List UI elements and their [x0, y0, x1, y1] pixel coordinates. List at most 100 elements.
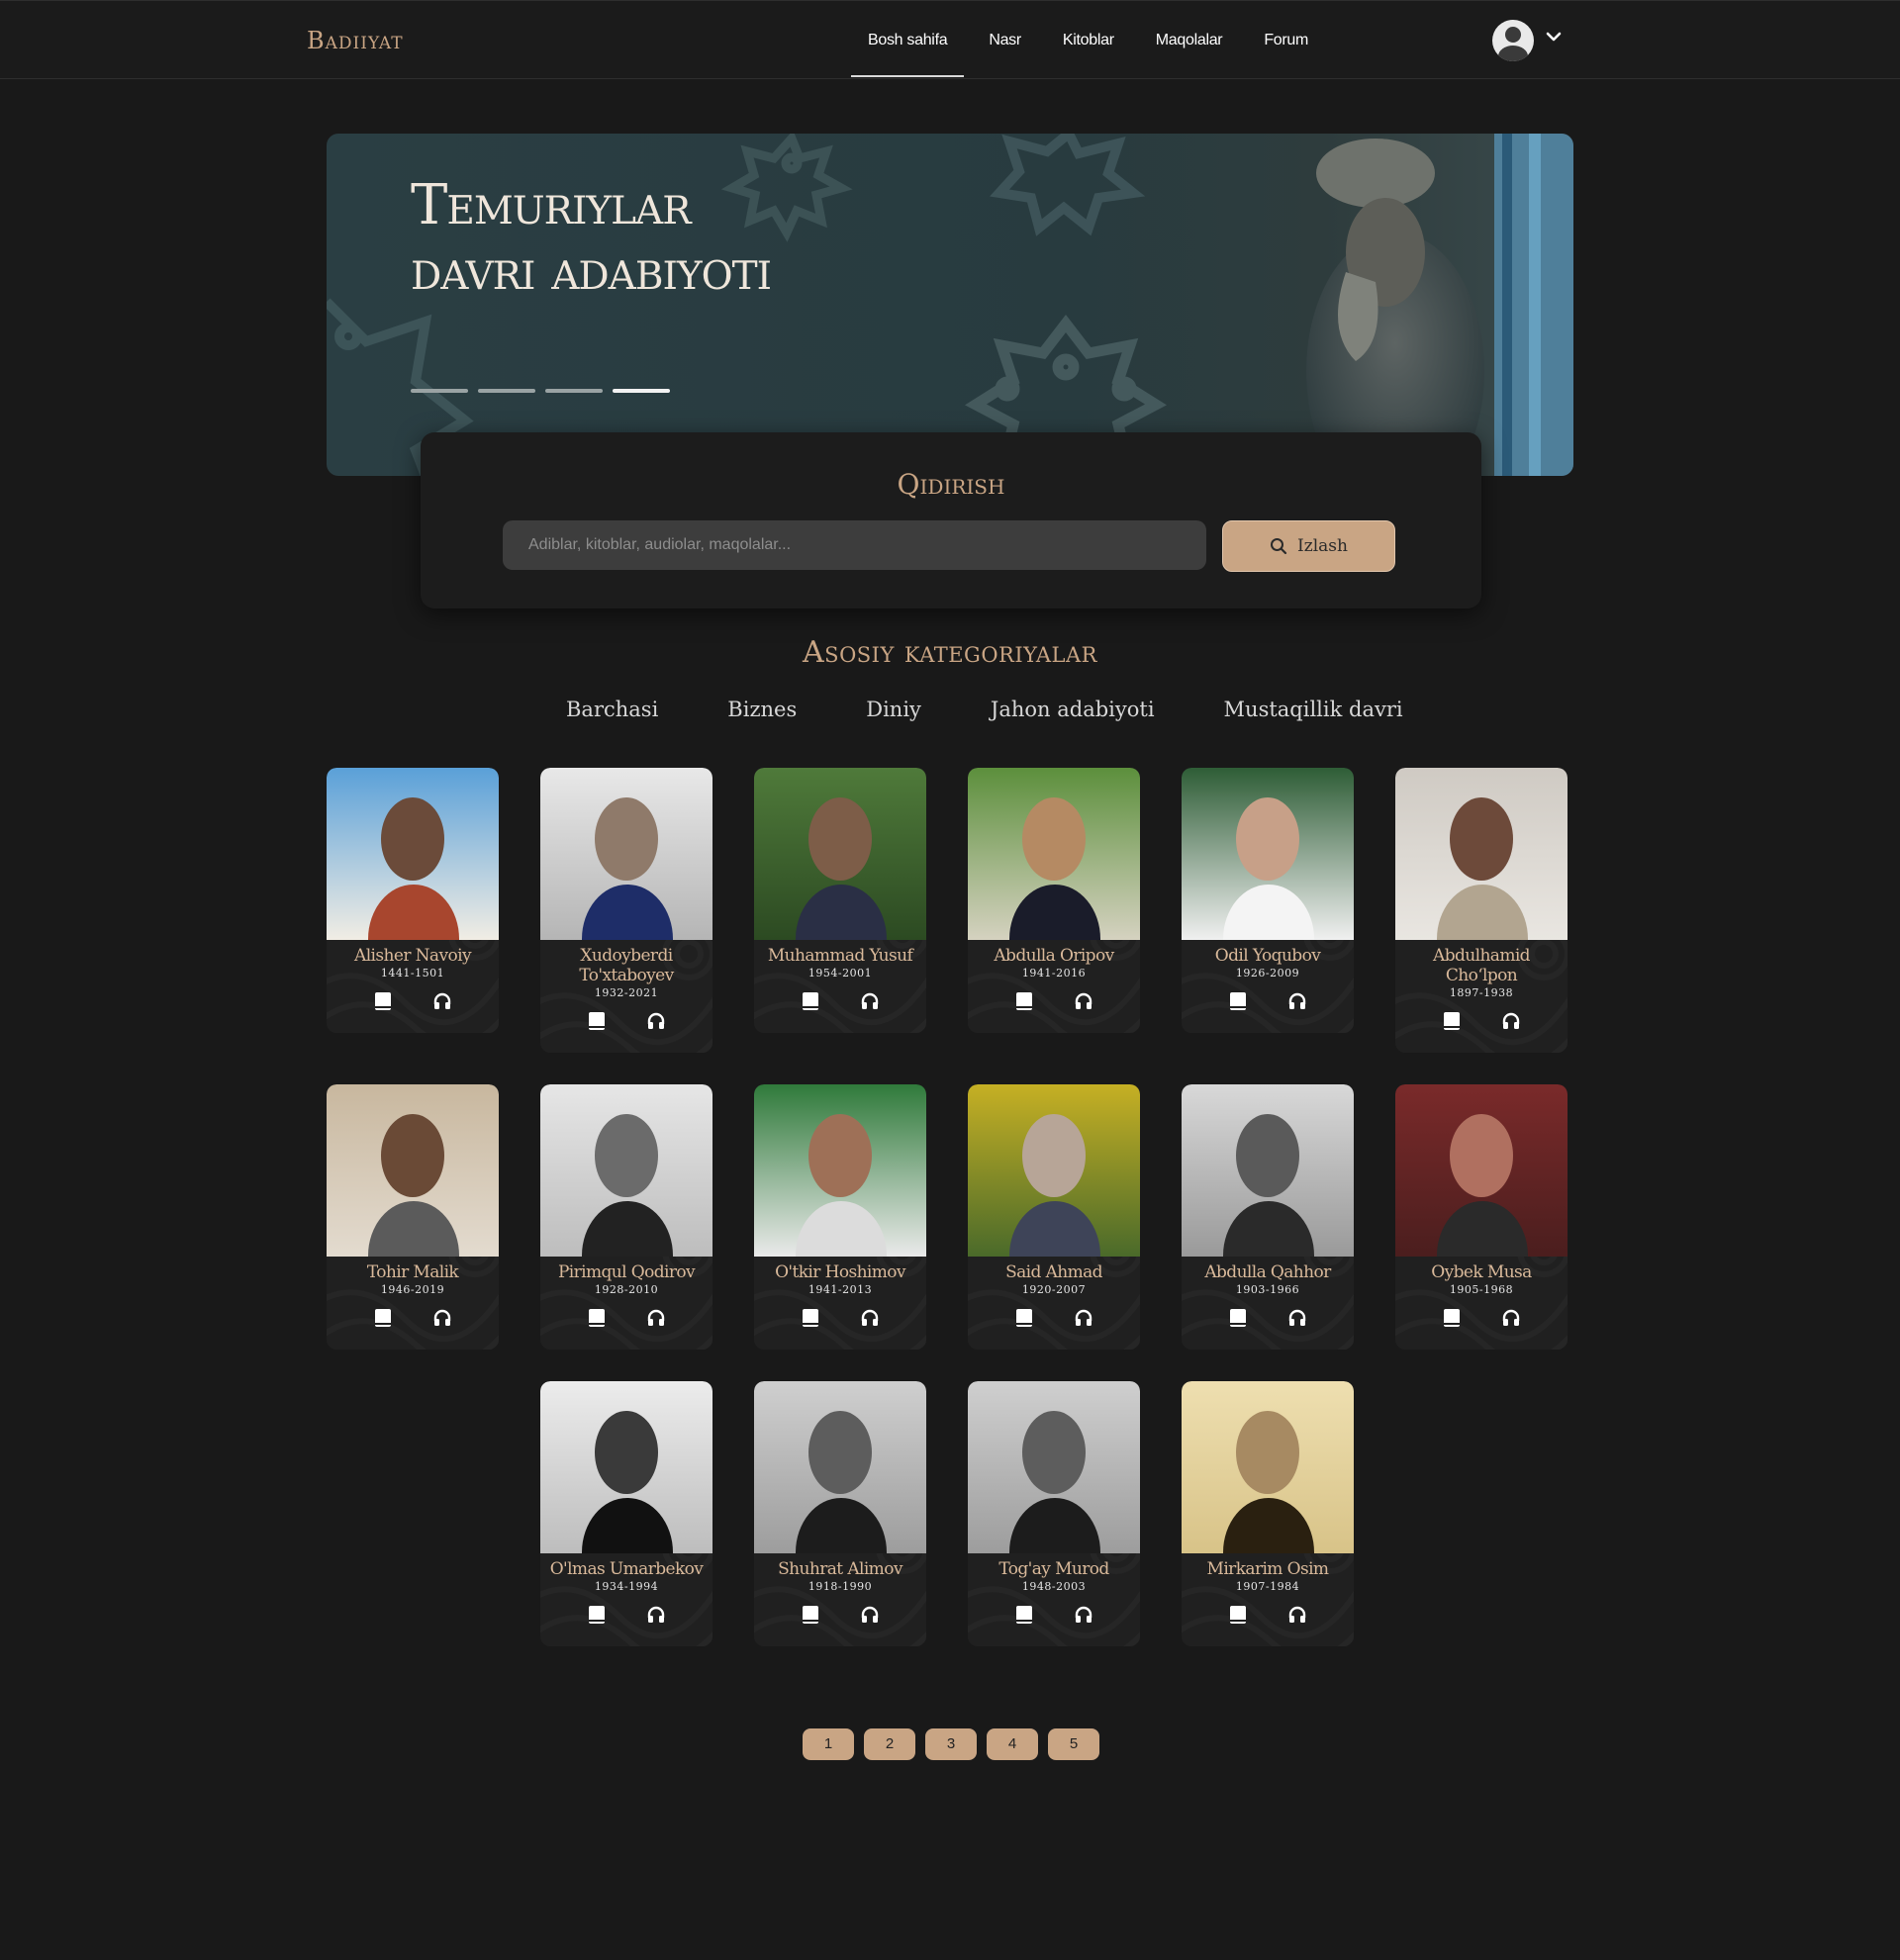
author-photo[interactable]	[327, 768, 499, 940]
book-icon[interactable]	[373, 991, 393, 1011]
slider-dot[interactable]	[545, 389, 603, 393]
category-tab-jahon-adabiyoti[interactable]: Jahon adabiyoti	[991, 698, 1155, 721]
book-icon[interactable]	[373, 1308, 393, 1328]
book-icon[interactable]	[1442, 1011, 1462, 1031]
headphones-icon[interactable]	[1501, 1011, 1521, 1031]
author-card[interactable]: Said Ahmad 1920-2007	[968, 1084, 1140, 1350]
category-tab-diniy[interactable]: Diniy	[866, 698, 921, 721]
headphones-icon[interactable]	[1287, 991, 1307, 1011]
author-name[interactable]: O'lmas Umarbekov	[540, 1553, 712, 1579]
nav-link-forum[interactable]: Forum	[1247, 1, 1325, 80]
author-name[interactable]: Mirkarim Osim	[1182, 1553, 1354, 1579]
author-photo[interactable]	[1182, 1084, 1354, 1257]
search-button[interactable]: Izlash	[1222, 520, 1395, 572]
book-icon[interactable]	[1014, 1308, 1034, 1328]
author-card[interactable]: Tohir Malik 1946-2019	[327, 1084, 499, 1350]
book-icon[interactable]	[1228, 1605, 1248, 1625]
headphones-icon[interactable]	[646, 1605, 666, 1625]
author-card[interactable]: Mirkarim Osim 1907-1984	[1182, 1381, 1354, 1646]
author-card[interactable]: Muhammad Yusuf 1954-2001	[754, 768, 926, 1033]
book-icon[interactable]	[1228, 1308, 1248, 1328]
book-icon[interactable]	[1442, 1308, 1462, 1328]
author-name[interactable]: Muhammad Yusuf	[754, 940, 926, 966]
author-card[interactable]: Tog'ay Murod 1948-2003	[968, 1381, 1140, 1646]
author-name[interactable]: Alisher Navoiy	[327, 940, 499, 966]
book-icon[interactable]	[587, 1308, 607, 1328]
author-photo[interactable]	[754, 1084, 926, 1257]
book-icon[interactable]	[801, 1605, 820, 1625]
page-button-3[interactable]: 3	[925, 1728, 977, 1760]
author-photo[interactable]	[540, 1381, 712, 1553]
site-logo[interactable]: Badiiyat	[307, 27, 404, 54]
author-photo[interactable]	[968, 1084, 1140, 1257]
category-tab-mustaqillik-davri[interactable]: Mustaqillik davri	[1224, 698, 1403, 721]
author-card[interactable]: Abdulhamid Cho‘lpon 1897-1938	[1395, 768, 1568, 1053]
author-name[interactable]: Abdulla Qahhor	[1182, 1257, 1354, 1282]
slider-dot-active[interactable]	[613, 389, 670, 393]
nav-link-maqolalar[interactable]: Maqolalar	[1139, 1, 1240, 80]
author-name[interactable]: Oybek Musa	[1395, 1257, 1568, 1282]
headphones-icon[interactable]	[432, 1308, 452, 1328]
page-button-2[interactable]: 2	[864, 1728, 915, 1760]
author-photo[interactable]	[968, 768, 1140, 940]
author-name[interactable]: O'tkir Hoshimov	[754, 1257, 926, 1282]
search-input[interactable]	[503, 520, 1206, 570]
page-button-1[interactable]: 1	[803, 1728, 854, 1760]
author-card[interactable]: Shuhrat Alimov 1918-1990	[754, 1381, 926, 1646]
book-icon[interactable]	[587, 1605, 607, 1625]
slider-dot[interactable]	[478, 389, 535, 393]
author-name[interactable]: Tohir Malik	[327, 1257, 499, 1282]
author-name[interactable]: Abdulla Oripov	[968, 940, 1140, 966]
author-name[interactable]: Xudoyberdi To'xtaboyev	[540, 940, 712, 985]
headphones-icon[interactable]	[1287, 1308, 1307, 1328]
author-photo[interactable]	[540, 1084, 712, 1257]
author-card[interactable]: O'tkir Hoshimov 1941-2013	[754, 1084, 926, 1350]
author-card[interactable]: Xudoyberdi To'xtaboyev 1932-2021	[540, 768, 712, 1053]
author-name[interactable]: Abdulhamid Cho‘lpon	[1395, 940, 1568, 985]
author-name[interactable]: Shuhrat Alimov	[754, 1553, 926, 1579]
author-photo[interactable]	[1182, 768, 1354, 940]
author-name[interactable]: Said Ahmad	[968, 1257, 1140, 1282]
book-icon[interactable]	[801, 1308, 820, 1328]
headphones-icon[interactable]	[860, 1605, 880, 1625]
avatar[interactable]	[1492, 20, 1534, 61]
page-button-5[interactable]: 5	[1048, 1728, 1099, 1760]
headphones-icon[interactable]	[1287, 1605, 1307, 1625]
author-card[interactable]: Abdulla Oripov 1941-2016	[968, 768, 1140, 1033]
author-name[interactable]: Pirimqul Qodirov	[540, 1257, 712, 1282]
nav-link-home[interactable]: Bosh sahifa	[851, 1, 965, 80]
headphones-icon[interactable]	[1074, 1308, 1093, 1328]
headphones-icon[interactable]	[646, 1011, 666, 1031]
author-photo[interactable]	[540, 768, 712, 940]
slider-dot[interactable]	[411, 389, 468, 393]
author-name[interactable]: Tog'ay Murod	[968, 1553, 1140, 1579]
category-tab-biznes[interactable]: Biznes	[727, 698, 797, 721]
category-tab-barchasi[interactable]: Barchasi	[566, 698, 658, 721]
book-icon[interactable]	[1014, 1605, 1034, 1625]
chevron-down-icon[interactable]	[1546, 31, 1562, 43]
author-card[interactable]: Oybek Musa 1905-1968	[1395, 1084, 1568, 1350]
author-photo[interactable]	[968, 1381, 1140, 1553]
book-icon[interactable]	[1014, 991, 1034, 1011]
author-card[interactable]: Alisher Navoiy 1441-1501	[327, 768, 499, 1033]
author-card[interactable]: Abdulla Qahhor 1903-1966	[1182, 1084, 1354, 1350]
headphones-icon[interactable]	[1074, 991, 1093, 1011]
author-card[interactable]: Odil Yoqubov 1926-2009	[1182, 768, 1354, 1033]
author-photo[interactable]	[1395, 1084, 1568, 1257]
author-card[interactable]: Pirimqul Qodirov 1928-2010	[540, 1084, 712, 1350]
headphones-icon[interactable]	[1074, 1605, 1093, 1625]
page-button-4[interactable]: 4	[987, 1728, 1038, 1760]
headphones-icon[interactable]	[1501, 1308, 1521, 1328]
author-photo[interactable]	[1395, 768, 1568, 940]
author-photo[interactable]	[754, 1381, 926, 1553]
nav-link-nasr[interactable]: Nasr	[972, 1, 1038, 80]
author-card[interactable]: O'lmas Umarbekov 1934-1994	[540, 1381, 712, 1646]
book-icon[interactable]	[801, 991, 820, 1011]
author-photo[interactable]	[1182, 1381, 1354, 1553]
book-icon[interactable]	[587, 1011, 607, 1031]
book-icon[interactable]	[1228, 991, 1248, 1011]
nav-link-kitoblar[interactable]: Kitoblar	[1046, 1, 1131, 80]
headphones-icon[interactable]	[860, 1308, 880, 1328]
author-photo[interactable]	[754, 768, 926, 940]
headphones-icon[interactable]	[646, 1308, 666, 1328]
